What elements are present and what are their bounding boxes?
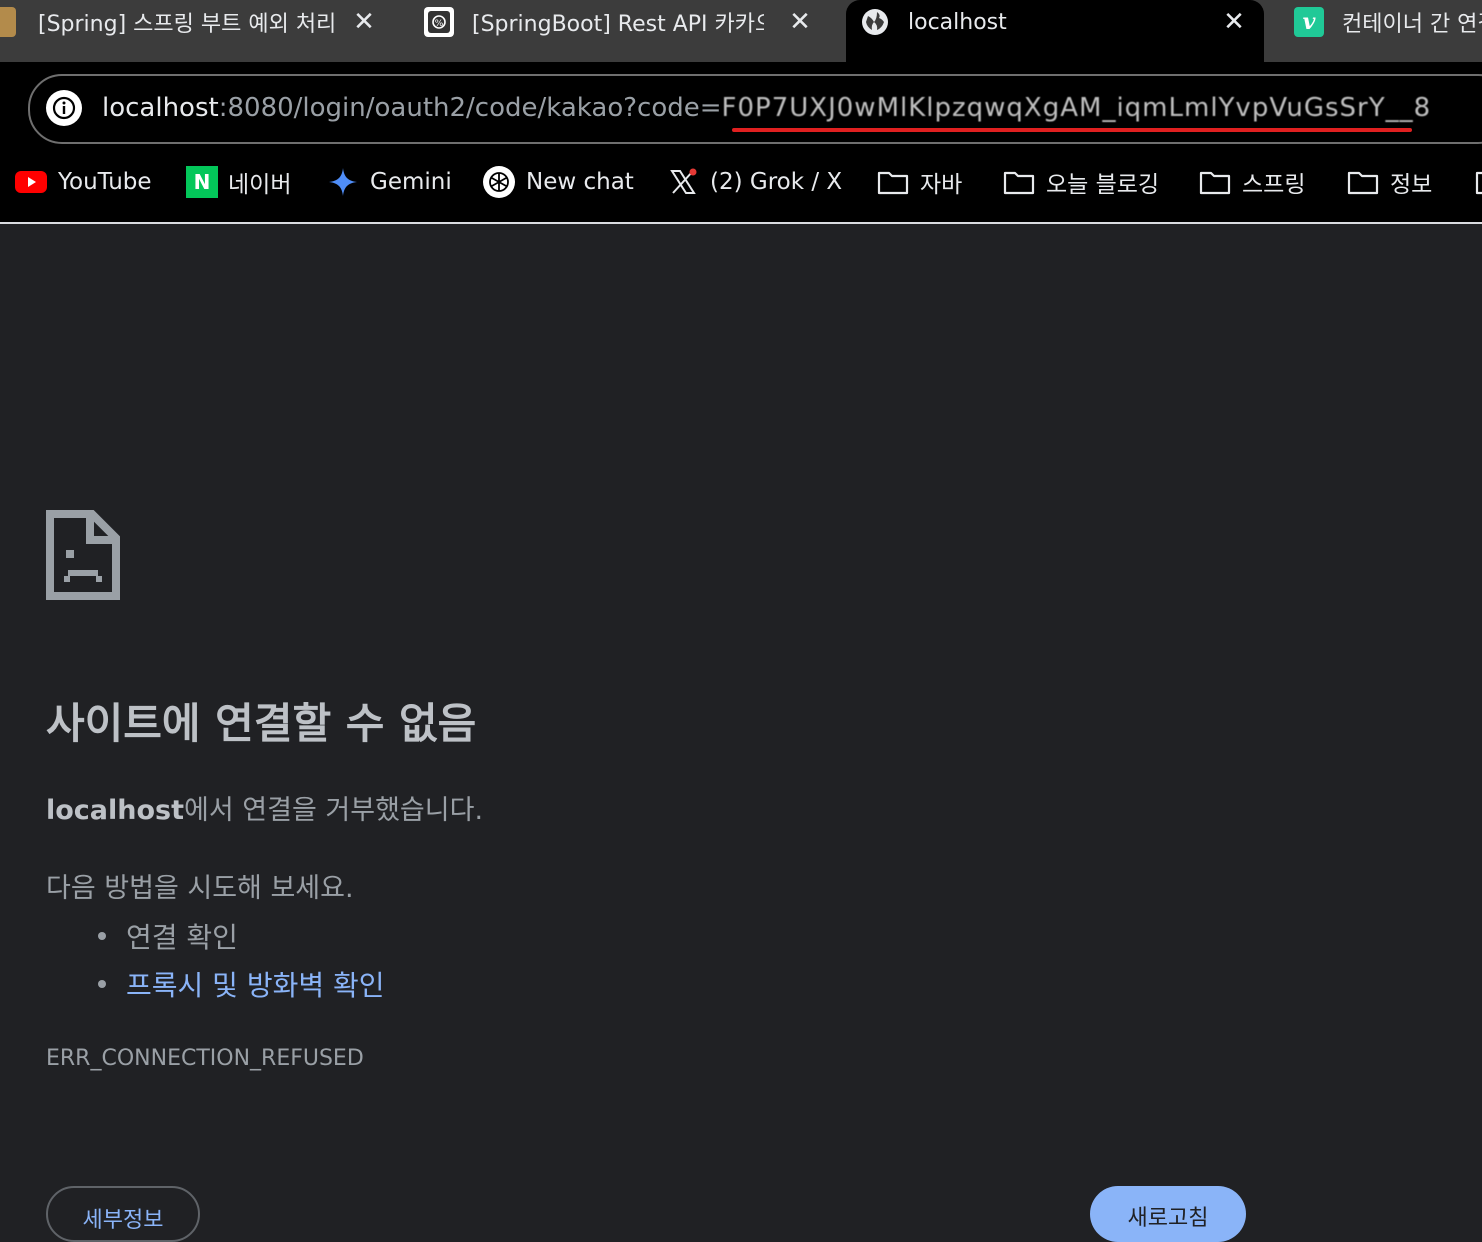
bookmark-folder-blogging[interactable]: 오늘 블로깅 bbox=[1002, 154, 1159, 210]
bookmark-folder-spring[interactable]: 스프링 bbox=[1198, 154, 1305, 210]
gemini-icon bbox=[326, 165, 360, 199]
close-icon[interactable]: ✕ bbox=[350, 8, 378, 36]
tab-spring-exception[interactable]: [Spring] 스프링 부트 예외 처리 ✕ bbox=[0, 0, 396, 44]
bookmark-label: (2) Grok / X bbox=[710, 169, 843, 195]
chatgpt-icon bbox=[482, 165, 516, 199]
url-host: localhost bbox=[102, 93, 219, 123]
bullet-icon bbox=[98, 980, 106, 988]
bookmark-label: 자바 bbox=[920, 172, 963, 198]
error-host: localhost bbox=[46, 795, 185, 826]
bookmark-label: 스프링 bbox=[1242, 172, 1306, 198]
youtube-icon bbox=[14, 165, 48, 199]
tistory-icon: % bbox=[424, 7, 454, 37]
tab-title: [SpringBoot] Rest API 카카오 bbox=[472, 12, 764, 37]
bookmark-label: 네이버 bbox=[228, 172, 292, 198]
address-bar[interactable]: localhost:8080/login/oauth2/code/kakao?c… bbox=[28, 74, 1482, 144]
suggestions-heading: 다음 방법을 시도해 보세요. bbox=[46, 873, 354, 904]
bookmark-folder-java[interactable]: 자바 bbox=[876, 154, 962, 210]
naver-icon: N bbox=[186, 166, 218, 198]
tab-title: localhost bbox=[908, 9, 1007, 35]
tab-container-connection[interactable]: v 컨테이너 간 연결 bbox=[1294, 0, 1482, 44]
suggestion-check-connection: 연결 확인 bbox=[126, 921, 238, 954]
tab-title: [Spring] 스프링 부트 예외 처리 bbox=[38, 12, 337, 37]
bookmark-folder-info[interactable]: 정보 bbox=[1346, 154, 1432, 210]
bookmark-label: New chat bbox=[526, 169, 634, 195]
svg-text:%: % bbox=[435, 19, 444, 29]
tab-strip: [Spring] 스프링 부트 예외 처리 ✕ % [SpringBoot] R… bbox=[0, 0, 1482, 62]
bookmark-gemini[interactable]: Gemini bbox=[326, 154, 452, 210]
reload-button[interactable]: 새로고침 bbox=[1090, 1186, 1246, 1242]
details-button[interactable]: 세부정보 bbox=[46, 1186, 200, 1242]
error-message-text: 에서 연결을 거부했습니다. bbox=[184, 795, 484, 826]
bookmark-new-chat[interactable]: New chat bbox=[482, 154, 634, 210]
url-text[interactable]: localhost:8080/login/oauth2/code/kakao?c… bbox=[102, 90, 1431, 126]
tab-title: 컨테이너 간 연결 bbox=[1342, 12, 1482, 37]
x-icon bbox=[666, 165, 700, 199]
suggestion-check-proxy-link[interactable]: 프록시 및 방화벽 확인 bbox=[126, 964, 385, 1004]
sad-document-icon bbox=[46, 510, 120, 604]
bookmark-label: Gemini bbox=[370, 169, 452, 195]
folder-icon bbox=[876, 165, 910, 199]
error-title: 사이트에 연결할 수 없음 bbox=[46, 699, 477, 748]
blog-avatar-icon bbox=[0, 7, 16, 37]
bullet-icon bbox=[98, 932, 106, 940]
annotation-underline bbox=[732, 128, 1412, 132]
close-icon[interactable]: ✕ bbox=[1220, 8, 1248, 36]
bookmark-naver[interactable]: N 네이버 bbox=[186, 154, 291, 210]
suggestion-item: 연결 확인 bbox=[98, 912, 385, 960]
error-code: ERR_CONNECTION_REFUSED bbox=[46, 1046, 364, 1071]
bookmark-label: YouTube bbox=[58, 169, 152, 195]
bookmark-folder-overflow[interactable] bbox=[1474, 154, 1482, 210]
error-message: localhost에서 연결을 거부했습니다. bbox=[46, 788, 483, 827]
tab-localhost[interactable]: localhost ✕ bbox=[846, 0, 1264, 62]
suggestions-list: 연결 확인 프록시 및 방화벽 확인 bbox=[98, 912, 385, 1008]
folder-icon bbox=[1002, 165, 1036, 199]
bookmark-grok-x[interactable]: (2) Grok / X bbox=[666, 154, 842, 210]
tab-springboot-rest[interactable]: % [SpringBoot] Rest API 카카오 ✕ bbox=[424, 0, 834, 44]
bookmarks-bar: YouTube N 네이버 Gemini New chat (2) Grok /… bbox=[0, 154, 1482, 224]
url-path: :8080/login/oauth2/code/kakao?code= bbox=[218, 93, 722, 123]
bookmark-label: 정보 bbox=[1390, 172, 1433, 198]
velog-icon: v bbox=[1294, 7, 1324, 37]
url-redacted-code: F0P7UXJ0wMlKlpzqwqXgAM_iqmLmlYvpVuGsSrY_… bbox=[721, 93, 1432, 123]
folder-icon bbox=[1474, 165, 1482, 199]
site-info-icon[interactable] bbox=[46, 90, 82, 126]
folder-icon bbox=[1346, 165, 1380, 199]
bookmark-label: 오늘 블로깅 bbox=[1046, 172, 1160, 198]
suggestion-item: 프록시 및 방화벽 확인 bbox=[98, 960, 385, 1008]
close-icon[interactable]: ✕ bbox=[786, 8, 814, 36]
toolbar: localhost:8080/login/oauth2/code/kakao?c… bbox=[0, 62, 1482, 154]
globe-icon bbox=[860, 7, 890, 37]
bookmark-youtube[interactable]: YouTube bbox=[14, 154, 152, 210]
folder-icon bbox=[1198, 165, 1232, 199]
